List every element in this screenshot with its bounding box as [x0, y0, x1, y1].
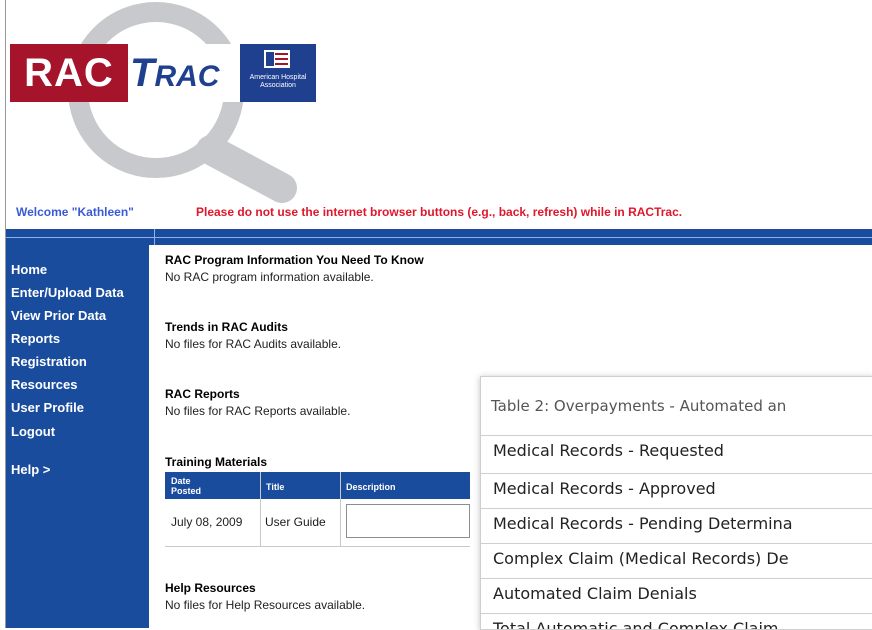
- aha-flag-icon: [264, 50, 290, 68]
- ractrac-logo[interactable]: RAC TRAC American Hospital Association: [10, 44, 316, 102]
- description-field[interactable]: [346, 504, 470, 538]
- user-guide-link[interactable]: User Guide: [265, 515, 326, 529]
- main-content: RAC Program Information You Need To Know…: [165, 245, 485, 628]
- sidebar: Home Enter/Upload Data View Prior Data R…: [6, 245, 149, 628]
- header-title: Title: [266, 482, 285, 492]
- sidebar-item-user-profile[interactable]: User Profile: [11, 400, 84, 416]
- section-title-rac-reports: RAC Reports: [165, 387, 240, 401]
- aha-name: American Hospital Association: [249, 74, 307, 89]
- logo-trac-rest: RAC: [154, 60, 220, 93]
- header-date-line1: Date: [171, 476, 191, 486]
- logo-trac-first-letter: T: [130, 51, 155, 95]
- header: RAC TRAC American Hospital Association W…: [6, 0, 872, 228]
- cell-date: July 08, 2009: [171, 515, 243, 529]
- training-table-header: Date Posted Title Description: [165, 472, 470, 499]
- sidebar-item-home[interactable]: Home: [11, 262, 47, 278]
- section-title-help-resources: Help Resources: [165, 581, 256, 595]
- table-bottom-border: [165, 546, 470, 547]
- sidebar-item-help[interactable]: Help >: [11, 462, 50, 478]
- sidebar-item-logout[interactable]: Logout: [11, 424, 55, 440]
- logo-rac-text: RAC: [24, 51, 114, 95]
- section-title-program-info: RAC Program Information You Need To Know: [165, 253, 424, 267]
- sidebar-item-resources[interactable]: Resources: [11, 377, 77, 393]
- section-text-rac-reports: No files for RAC Reports available.: [165, 404, 351, 418]
- top-bar-stripe: [6, 237, 872, 238]
- table-row: Medical Records - Pending Determina: [481, 508, 872, 538]
- sidebar-item-view-prior-data[interactable]: View Prior Data: [11, 308, 106, 324]
- aha-logo: American Hospital Association: [240, 44, 316, 102]
- table-row: Complex Claim (Medical Records) De: [481, 543, 872, 573]
- section-title-trends: Trends in RAC Audits: [165, 320, 288, 334]
- training-table: Date Posted Title Description July 08, 2…: [165, 472, 470, 547]
- table-row: Medical Records - Approved: [481, 473, 872, 503]
- browser-warning: Please do not use the internet browser b…: [196, 205, 683, 219]
- table-row: Medical Records - Requested: [481, 435, 872, 465]
- section-text-trends: No files for RAC Audits available.: [165, 337, 342, 351]
- table-row: Total Automatic and Complex Claim: [481, 613, 872, 629]
- column-divider: [260, 472, 261, 547]
- overlay-title: Table 2: Overpayments - Automated an: [491, 397, 787, 415]
- header-date-line2: Posted: [171, 486, 202, 496]
- top-bar-separator: [154, 229, 155, 245]
- header-date-posted: Date Posted: [171, 476, 201, 503]
- sidebar-item-enter-upload-data[interactable]: Enter/Upload Data: [11, 285, 124, 301]
- section-text-program-info: No RAC program information available.: [165, 270, 374, 284]
- sidebar-item-reports[interactable]: Reports: [11, 331, 60, 347]
- section-title-training: Training Materials: [165, 455, 268, 469]
- top-bar: [6, 229, 872, 245]
- logo-trac-text: TRAC: [130, 44, 240, 102]
- column-divider: [340, 472, 341, 547]
- welcome-message: Welcome "Kathleen": [16, 205, 134, 219]
- overpayments-table-overlay: Table 2: Overpayments - Automated an Med…: [480, 376, 872, 630]
- section-text-help-resources: No files for Help Resources available.: [165, 598, 366, 612]
- sidebar-item-registration[interactable]: Registration: [11, 354, 87, 370]
- magnifier-icon: [68, 2, 297, 203]
- table-row: Automated Claim Denials: [481, 578, 872, 608]
